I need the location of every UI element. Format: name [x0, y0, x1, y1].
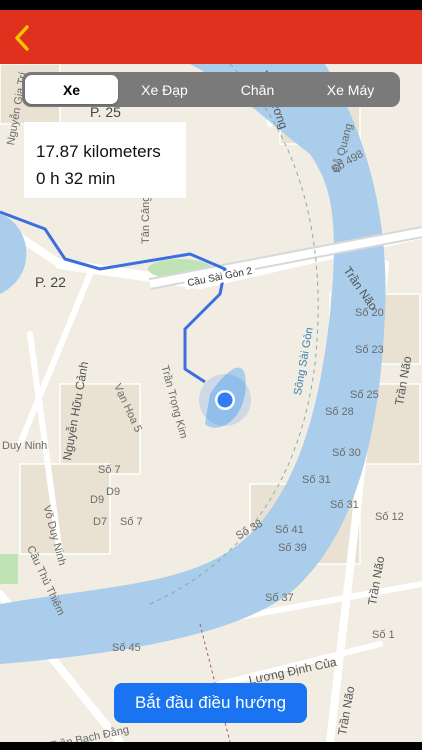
map-label-s37: Số 37	[265, 592, 294, 604]
map-label-s41: Số 41	[275, 524, 304, 536]
map-label-s25: Số 25	[350, 389, 379, 401]
chevron-left-icon	[15, 25, 29, 51]
top-border	[0, 0, 422, 10]
map-label-s31b: Số 31	[330, 499, 359, 511]
map-label-d9a: D9	[90, 494, 105, 506]
map-label-p22: P. 22	[35, 274, 66, 290]
bottom-border	[0, 742, 422, 750]
route-info-card: 17.87 kilometers 0 h 32 min	[24, 122, 186, 198]
map-label-s1: Số 1	[372, 629, 395, 641]
tab-chan[interactable]: Chân	[211, 75, 304, 104]
route-duration: 0 h 32 min	[36, 169, 116, 188]
map-label-s30: Số 30	[332, 447, 361, 459]
start-navigation-button[interactable]: Bắt đầu điều hướng	[114, 683, 307, 723]
map-label-duy-ninh: Duy Ninh	[2, 440, 48, 452]
back-button[interactable]	[4, 18, 40, 58]
map-label-s20: Số 20	[355, 307, 384, 319]
header-bar	[0, 10, 422, 64]
tab-xe[interactable]: Xe	[25, 75, 118, 104]
map-label-s12: Số 12	[375, 511, 404, 523]
map-label-d9b: D9	[106, 486, 121, 498]
map-label-s28: Số 28	[325, 406, 354, 418]
map-label-s7b: Số 7	[120, 516, 143, 528]
screen: P. 25 P. 22 Văn Lương Nguyễn Gia Trí Đỗ …	[0, 0, 422, 750]
map-label-s31a: Số 31	[302, 474, 331, 486]
map-label-s39: Số 39	[278, 542, 307, 554]
map-label-tan-cang: Tân Cảng	[140, 195, 152, 244]
map-label-d7: D7	[93, 516, 108, 528]
map-label-s23: Số 23	[355, 344, 384, 356]
map-label-s45: Số 45	[112, 642, 141, 654]
map-label-s7a: Số 7	[98, 464, 121, 476]
transport-mode-tabs: Xe Xe Đạp Chân Xe Máy	[22, 72, 400, 107]
tab-xe-dap[interactable]: Xe Đạp	[118, 75, 211, 104]
route-distance: 17.87 kilometers	[36, 142, 161, 161]
tab-xe-may[interactable]: Xe Máy	[304, 75, 397, 104]
